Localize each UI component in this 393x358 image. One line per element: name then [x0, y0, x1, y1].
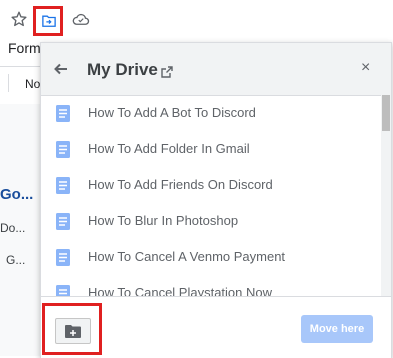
- file-item[interactable]: How To Add Friends On Discord: [41, 167, 381, 203]
- move-dialog: My Drive × How To Add A Bot To Discord H…: [40, 42, 392, 358]
- toolbar-divider: [0, 66, 40, 67]
- star-icon[interactable]: [10, 10, 28, 28]
- file-item[interactable]: How To Cancel A Venmo Payment: [41, 239, 381, 275]
- back-arrow-icon[interactable]: [53, 61, 69, 77]
- open-external-icon[interactable]: [161, 66, 173, 78]
- file-name: How To Add Friends On Discord: [88, 177, 273, 192]
- doc-icon: [56, 105, 70, 122]
- file-item[interactable]: How To Add Folder In Gmail: [41, 131, 381, 167]
- file-name: How To Add A Bot To Discord: [88, 105, 256, 120]
- file-name: How To Add Folder In Gmail: [88, 141, 250, 156]
- format-menu-label[interactable]: Form: [8, 40, 41, 56]
- dialog-header: My Drive ×: [41, 43, 391, 96]
- move-to-folder-highlight[interactable]: [33, 6, 63, 36]
- document-text-fragment-2: G...: [6, 253, 26, 267]
- move-to-folder-icon[interactable]: [42, 15, 56, 27]
- doc-icon: [56, 141, 70, 158]
- file-item[interactable]: How To Add A Bot To Discord: [41, 95, 381, 131]
- scrollbar-thumb[interactable]: [382, 95, 390, 131]
- new-folder-icon: [65, 325, 81, 338]
- cloud-saved-icon[interactable]: [72, 12, 90, 26]
- move-here-button[interactable]: Move here: [301, 315, 373, 343]
- file-item[interactable]: How To Blur In Photoshop: [41, 203, 381, 239]
- document-heading-fragment: Go...: [0, 186, 34, 203]
- new-folder-highlight: [42, 303, 102, 355]
- file-name: How To Cancel A Venmo Payment: [88, 249, 286, 264]
- doc-icon: [56, 213, 70, 230]
- document-text-fragment: Do...: [0, 221, 26, 235]
- doc-icon: [56, 249, 70, 266]
- doc-icon: [56, 177, 70, 194]
- toolbar-separator: [8, 74, 9, 92]
- dialog-footer: Move here: [41, 296, 391, 358]
- dialog-title: My Drive: [87, 60, 158, 79]
- close-button[interactable]: ×: [361, 60, 370, 76]
- file-name: How To Blur In Photoshop: [88, 213, 239, 228]
- new-folder-button[interactable]: [55, 318, 91, 344]
- style-dropdown-label[interactable]: No: [25, 77, 40, 91]
